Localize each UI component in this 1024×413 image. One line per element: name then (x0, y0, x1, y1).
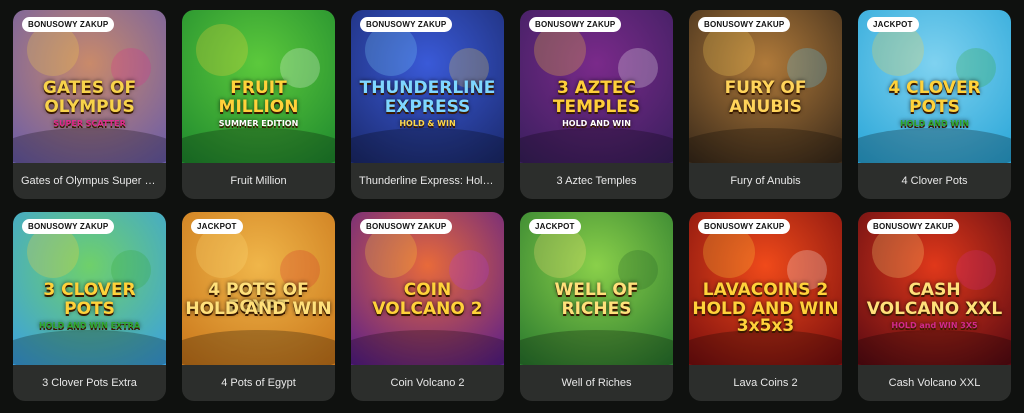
game-thumbnail[interactable]: COIN VOLCANO 2 BONUSOWY ZAKUP (351, 212, 504, 365)
game-title-label: 4 Pots of Egypt (221, 377, 296, 389)
game-thumbnail[interactable]: WELL OF RICHES JACKPOT (520, 212, 673, 365)
game-card[interactable]: 3 CLOVER POTS HOLD AND WIN EXTRA BONUSOWY Z… (13, 212, 166, 401)
game-logo-line: HOLD AND WIN (562, 119, 631, 128)
game-logo-line: SUMMER EDITION (218, 119, 299, 128)
game-logo-line: ANUBIS (729, 97, 802, 117)
game-logo-line: CASH (908, 280, 961, 300)
game-title-label: Well of Riches (561, 377, 632, 389)
game-thumbnail[interactable]: FURY OF ANUBIS BONUSOWY ZAKUP (689, 10, 842, 163)
game-title[interactable]: 4 Clover Pots (866, 163, 1003, 199)
game-card[interactable]: 4 CLOVER POTS HOLD AND WIN JACKPOT 4 Clover … (858, 10, 1011, 199)
game-badge: BONUSOWY ZAKUP (360, 219, 453, 234)
game-title[interactable]: Coin Volcano 2 (359, 365, 496, 401)
game-card[interactable]: FRUIT MILLION SUMMER EDITION Fruit Million (182, 10, 335, 199)
game-badge: BONUSOWY ZAKUP (360, 17, 453, 32)
game-title-label: Coin Volcano 2 (390, 377, 465, 389)
game-title-label: 3 Aztec Temples (556, 175, 637, 187)
game-logo-line: THUNDERLINE (359, 78, 496, 98)
game-thumbnail[interactable]: 3 CLOVER POTS HOLD AND WIN EXTRA BONUSOWY Z… (13, 212, 166, 365)
game-logo-line: 3 AZTEC (557, 78, 636, 98)
game-card[interactable]: WELL OF RICHES JACKPOT Well of Riches (520, 212, 673, 401)
game-badge: JACKPOT (867, 17, 919, 32)
game-title-label: Fury of Anubis (730, 175, 801, 187)
game-logo-line: VOLCANO XXL (866, 299, 1003, 319)
game-logo-line: OLYMPUS (44, 97, 135, 117)
game-logo-line: RICHES (561, 299, 632, 319)
game-title-label: Fruit Million (230, 175, 287, 187)
game-badge: JACKPOT (191, 219, 243, 234)
game-title[interactable]: Cash Volcano XXL (866, 365, 1003, 401)
game-card[interactable]: GATES OF OLYMPUS SUPER SCATTER BONUSOWY ZAK… (13, 10, 166, 199)
game-title-label: Lava Coins 2 (733, 377, 798, 389)
game-logo-line: POTS (64, 299, 115, 319)
game-title-label: Cash Volcano XXL (888, 377, 981, 389)
game-logo-line: GATES OF (42, 78, 137, 98)
game-grid: GATES OF OLYMPUS SUPER SCATTER BONUSOWY ZAK… (0, 0, 1024, 413)
game-badge: BONUSOWY ZAKUP (22, 17, 115, 32)
game-title[interactable]: Lava Coins 2 (697, 365, 834, 401)
game-title[interactable]: Gates of Olympus Super Sc... (21, 163, 158, 199)
game-logo-line: LAVACOINS 2 (702, 280, 829, 300)
game-logo-line: HOLD & WIN (399, 119, 456, 128)
game-title[interactable]: Thunderline Express: Hold ... (359, 163, 496, 199)
game-thumbnail[interactable]: 4 POTS OF EGYPT HOLD AND WIN JACKPOT (182, 212, 335, 365)
game-card[interactable]: FURY OF ANUBIS BONUSOWY ZAKUP Fury of Anubi… (689, 10, 842, 199)
game-thumbnail[interactable]: LAVACOINS 2 HOLD AND WIN 3x5x3 BONUSOWY ZA… (689, 212, 842, 365)
game-logo-line: 4 CLOVER (888, 78, 981, 98)
game-title-label: 4 Clover Pots (901, 175, 968, 187)
game-card[interactable]: 4 POTS OF EGYPT HOLD AND WIN JACKPOT 4 Pots… (182, 212, 335, 401)
game-logo-line: HOLD AND WIN EXTRA (38, 321, 141, 330)
game-logo-line: POTS (909, 97, 960, 117)
game-card[interactable]: LAVACOINS 2 HOLD AND WIN 3x5x3 BONUSOWY ZA… (689, 212, 842, 401)
game-thumbnail[interactable]: GATES OF OLYMPUS SUPER SCATTER BONUSOWY ZAK… (13, 10, 166, 163)
game-badge: BONUSOWY ZAKUP (698, 219, 791, 234)
game-badge: BONUSOWY ZAKUP (698, 17, 791, 32)
game-title-label: 3 Clover Pots Extra (42, 377, 137, 389)
game-badge: BONUSOWY ZAKUP (867, 219, 960, 234)
game-logo-line: EXPRESS (384, 97, 471, 117)
game-title[interactable]: Fury of Anubis (697, 163, 834, 199)
game-card[interactable]: COIN VOLCANO 2 BONUSOWY ZAKUP Coin Volcano … (351, 212, 504, 401)
game-title-label: Thunderline Express: Hold ... (359, 175, 496, 187)
game-thumbnail[interactable]: 3 AZTEC TEMPLES HOLD AND WIN BONUSOWY ZAKUP (520, 10, 673, 163)
game-badge: BONUSOWY ZAKUP (22, 219, 115, 234)
game-thumbnail[interactable]: THUNDERLINE EXPRESS HOLD & WIN BONUSOWY ZAK… (351, 10, 504, 163)
game-logo-line: HOLD AND WIN (185, 299, 332, 319)
game-logo-line: 3 CLOVER (43, 280, 136, 300)
game-logo-line: FURY OF (724, 78, 807, 98)
game-title[interactable]: 3 Clover Pots Extra (21, 365, 158, 401)
game-title[interactable]: 4 Pots of Egypt (190, 365, 327, 401)
game-title[interactable]: Fruit Million (190, 163, 327, 199)
game-logo-line: VOLCANO 2 (372, 299, 483, 319)
game-title[interactable]: Well of Riches (528, 365, 665, 401)
game-logo-line: WELL OF (554, 280, 639, 300)
game-logo-line: MILLION (218, 97, 299, 117)
game-card[interactable]: THUNDERLINE EXPRESS HOLD & WIN BONUSOWY ZAK… (351, 10, 504, 199)
game-logo-line: HOLD AND WIN 3x5x3 (692, 299, 839, 336)
game-logo-line: HOLD AND WIN (900, 119, 969, 128)
game-logo-line: COIN (403, 280, 452, 300)
game-badge: JACKPOT (529, 219, 581, 234)
game-card[interactable]: 3 AZTEC TEMPLES HOLD AND WIN BONUSOWY ZAKUP… (520, 10, 673, 199)
game-logo-line: FRUIT (230, 78, 287, 98)
game-logo-line: HOLD and WIN 3X5 (891, 321, 978, 330)
game-title-label: Gates of Olympus Super Sc... (21, 175, 158, 187)
game-thumbnail[interactable]: FRUIT MILLION SUMMER EDITION (182, 10, 335, 163)
game-card[interactable]: CASH VOLCANO XXL HOLD and WIN 3X5 BONUSOWY … (858, 212, 1011, 401)
game-badge: BONUSOWY ZAKUP (529, 17, 622, 32)
game-thumbnail[interactable]: 4 CLOVER POTS HOLD AND WIN JACKPOT (858, 10, 1011, 163)
game-title[interactable]: 3 Aztec Temples (528, 163, 665, 199)
game-logo-line: SUPER SCATTER (53, 119, 126, 128)
game-thumbnail[interactable]: CASH VOLCANO XXL HOLD and WIN 3X5 BONUSOWY … (858, 212, 1011, 365)
game-logo-line: TEMPLES (552, 97, 641, 117)
